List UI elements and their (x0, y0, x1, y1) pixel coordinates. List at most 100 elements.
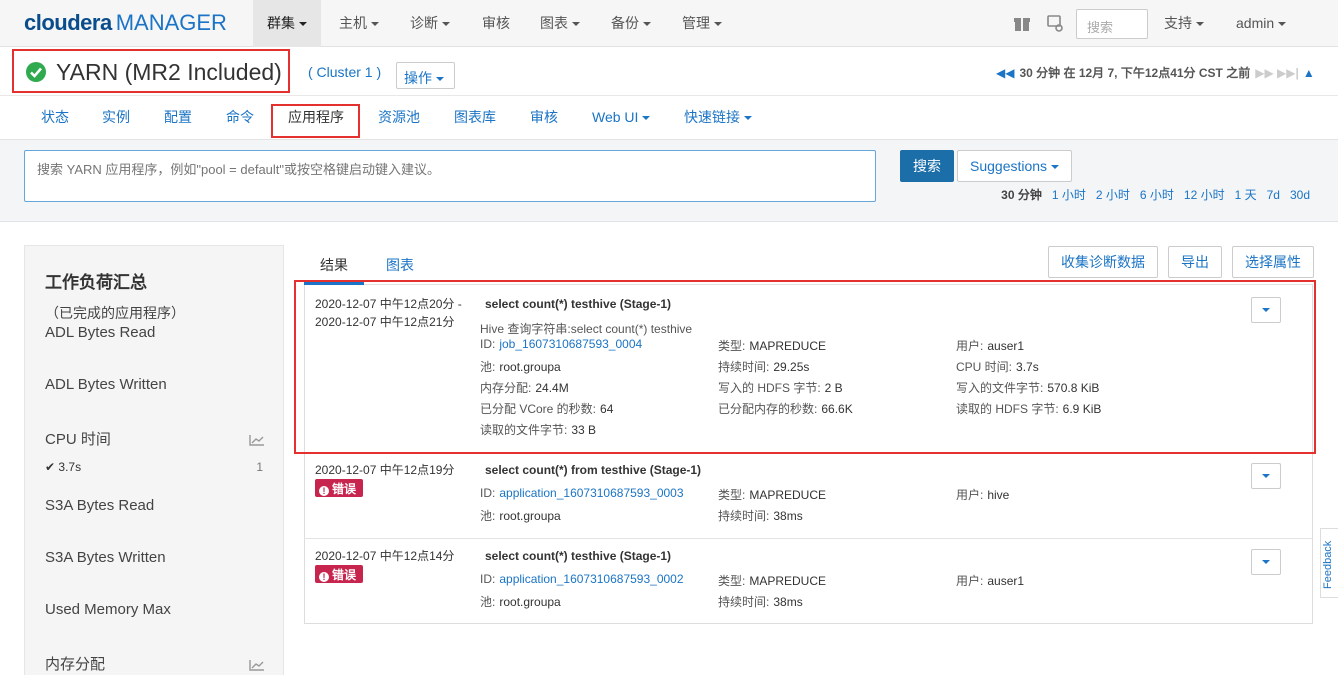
field-value: auser1 (987, 574, 1025, 588)
chevron-down-icon (572, 22, 580, 27)
chart-icon[interactable] (249, 659, 265, 671)
row-user: 用户: auser1 (956, 572, 1024, 589)
tab-audits[interactable]: 审核 (530, 96, 558, 140)
nav-label: 管理 (682, 15, 710, 31)
tab-charts[interactable]: 图表 (386, 255, 414, 275)
tab-web-ui[interactable]: Web UI (592, 96, 651, 140)
field-value: 66.6K (821, 402, 853, 416)
workload-item-adl-written[interactable]: ADL Bytes Written (45, 376, 167, 393)
range-12h[interactable]: 12 小时 (1184, 188, 1225, 202)
field-label: 用户: (956, 339, 984, 353)
cpu-time-value[interactable]: ✔ 3.7s (45, 460, 81, 474)
feedback-label: Feedback (1322, 540, 1334, 589)
field-label: 池: (480, 509, 496, 523)
nav-label: 支持 (1164, 15, 1192, 31)
search-region: 搜索 Suggestions 30 分钟 1 小时 2 小时 6 小时 12 小时 1 天… (0, 140, 1338, 222)
search-button[interactable]: 搜索 (900, 150, 954, 182)
row-type: 类型: MAPREDUCE (718, 572, 826, 589)
range-7d[interactable]: 7d (1267, 188, 1280, 202)
application-id-link[interactable]: application_1607310687593_0002 (499, 572, 683, 586)
suggestions-button[interactable]: Suggestions (957, 150, 1072, 182)
nav-support[interactable]: 支持 (1150, 0, 1218, 47)
tab-quick-links[interactable]: 快速链接 (684, 96, 752, 140)
row-vcore-seconds: 已分配 VCore 的秒数: 64 (480, 400, 613, 417)
tab-instances[interactable]: 实例 (102, 96, 130, 140)
workload-item-used-memory-max[interactable]: Used Memory Max (45, 601, 171, 618)
row-actions-dropdown[interactable] (1251, 463, 1281, 489)
field-label: 用户: (956, 488, 984, 502)
check-icon: ✔ (45, 460, 56, 474)
cluster-link[interactable]: ( Cluster 1 ) (308, 64, 381, 80)
nav-audits[interactable]: 审核 (468, 0, 524, 47)
nav-label: 群集 (267, 15, 295, 31)
nav-hosts[interactable]: 主机 (325, 0, 393, 47)
gift-icon[interactable] (1012, 13, 1032, 33)
application-id-link[interactable]: job_1607310687593_0004 (499, 337, 642, 351)
row-hive-query: Hive 查询字符串:select count(*) testhive (480, 320, 692, 337)
range-1h[interactable]: 1 小时 (1052, 188, 1086, 202)
field-label: 写入的 HDFS 字节: (718, 381, 821, 395)
nav-label: 图表 (540, 15, 568, 31)
row-cpu-time: CPU 时间: 3.7s (956, 358, 1039, 375)
status-badge-label: 错误 (332, 568, 357, 582)
announcement-icon[interactable] (1045, 13, 1065, 33)
tab-status[interactable]: 状态 (41, 96, 69, 140)
tab-results[interactable]: 结果 (320, 255, 348, 275)
row-actions-dropdown[interactable] (1251, 549, 1281, 575)
service-header: YARN (MR2 Included) ( Cluster 1 ) 操作 ◀◀ 3… (0, 47, 1338, 96)
workload-item-adl-read[interactable]: ADL Bytes Read (45, 324, 155, 341)
range-1d[interactable]: 1 天 (1235, 188, 1257, 202)
range-30m[interactable]: 30 分钟 (1001, 188, 1042, 202)
row-user: 用户: hive (956, 486, 1009, 503)
field-value: select count(*) testhive (570, 322, 693, 336)
workload-item-cpu-time[interactable]: CPU 时间 (45, 428, 111, 449)
time-range-text[interactable]: 30 分钟 在 12月 7, 下午12点41分 CST 之前 (1019, 66, 1250, 80)
error-icon: ! (319, 486, 329, 496)
workload-item-memory-allocated[interactable]: 内存分配 (45, 653, 105, 674)
row-hdfs-read: 读取的 HDFS 字节: 6.9 KiB (956, 400, 1101, 417)
chevron-down-icon (442, 22, 450, 27)
workload-item-s3a-read[interactable]: S3A Bytes Read (45, 497, 154, 514)
nav-charts[interactable]: 图表 (526, 0, 594, 47)
area-chart-icon[interactable]: ▲ (1303, 66, 1315, 80)
row-title: select count(*) testhive (Stage-1) (485, 549, 672, 563)
global-search-input[interactable]: 搜索 (1076, 9, 1148, 39)
workload-item-s3a-written[interactable]: S3A Bytes Written (45, 549, 166, 566)
range-6h[interactable]: 6 小时 (1140, 188, 1174, 202)
tab-configuration[interactable]: 配置 (164, 96, 192, 140)
forward-icon: ▶▶ ▶▶| (1255, 66, 1299, 80)
row-duration: 持续时间: 29.25s (718, 358, 809, 375)
actions-label: 操作 (404, 70, 432, 86)
row-id: ID: job_1607310687593_0004 (480, 337, 642, 351)
nav-backup[interactable]: 备份 (597, 0, 665, 47)
field-value: root.groupa (499, 360, 561, 374)
range-2h[interactable]: 2 小时 (1096, 188, 1130, 202)
row-pool: 池: root.groupa (480, 507, 561, 524)
field-label: 类型: (718, 339, 746, 353)
range-30d[interactable]: 30d (1290, 188, 1310, 202)
application-id-link[interactable]: application_1607310687593_0003 (499, 486, 683, 500)
cloudera-manager-logo[interactable]: cloudera MANAGER (24, 10, 227, 36)
field-value: auser1 (987, 339, 1025, 353)
tab-chart-library[interactable]: 图表库 (454, 96, 496, 140)
rewind-icon[interactable]: ◀◀ (996, 66, 1014, 80)
select-attributes-button[interactable]: 选择属性 (1232, 246, 1314, 278)
chart-icon[interactable] (249, 434, 265, 446)
field-label: 类型: (718, 488, 746, 502)
export-button[interactable]: 导出 (1168, 246, 1222, 278)
feedback-tab[interactable]: Feedback (1320, 528, 1338, 598)
tab-resource-pools[interactable]: 资源池 (378, 96, 420, 140)
actions-button[interactable]: 操作 (396, 62, 455, 89)
nav-admin[interactable]: 管理 (668, 0, 736, 47)
field-label: 持续时间: (718, 509, 770, 523)
collect-diagnostics-button[interactable]: 收集诊断数据 (1048, 246, 1158, 278)
field-label: ID: (480, 572, 496, 586)
nav-clusters[interactable]: 群集 (253, 0, 321, 47)
tab-commands[interactable]: 命令 (226, 96, 254, 140)
nav-diagnostics[interactable]: 诊断 (396, 0, 464, 47)
application-search-input[interactable] (24, 150, 876, 202)
row-file-written: 写入的文件字节: 570.8 KiB (956, 379, 1099, 396)
row-actions-dropdown[interactable] (1251, 297, 1281, 323)
row-pool: 池: root.groupa (480, 358, 561, 375)
nav-user-menu[interactable]: admin (1222, 0, 1300, 47)
